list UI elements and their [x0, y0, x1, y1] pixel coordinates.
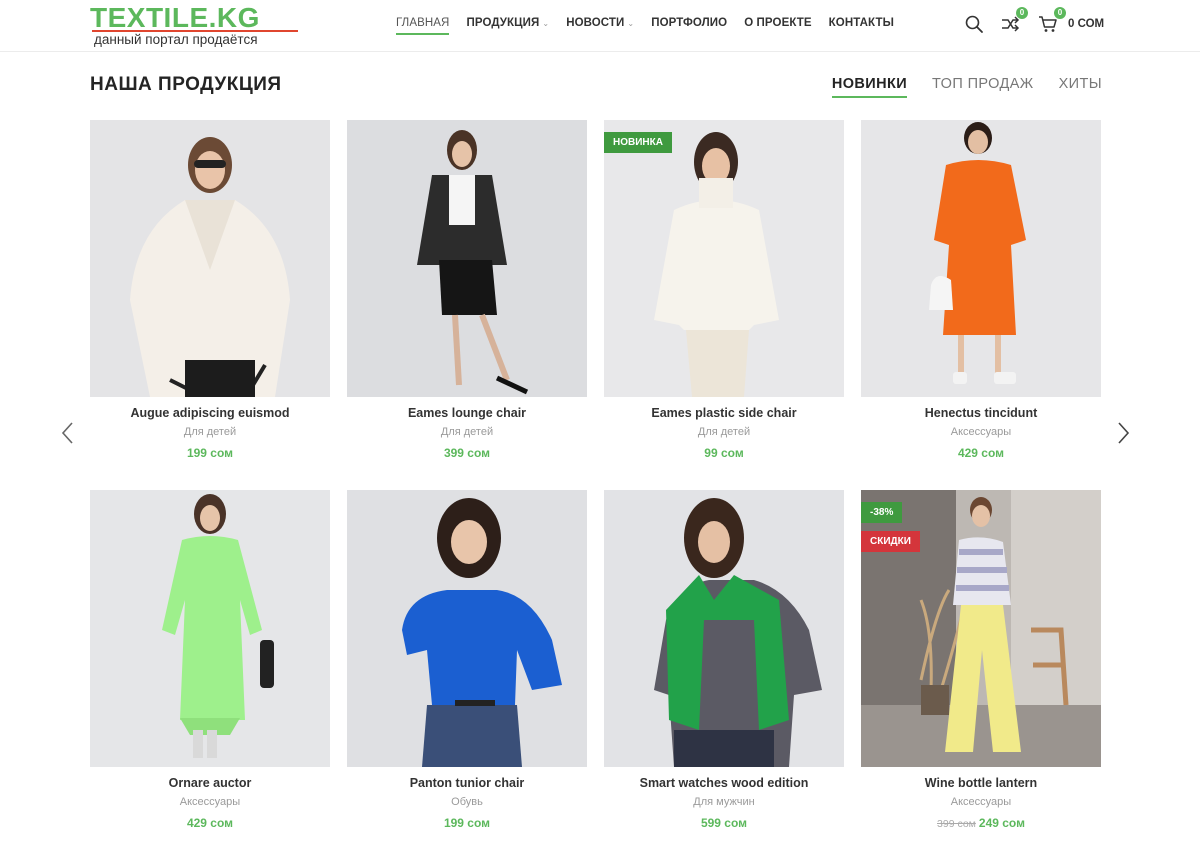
product-price: 99 сом: [604, 446, 844, 460]
chevron-down-icon: ⌄: [542, 19, 550, 28]
product-card: Smart watches wood edition Для мужчин 59…: [604, 490, 844, 850]
price-current: 199 сом: [186, 446, 234, 460]
logo-text: TEXTILE.KG: [90, 2, 260, 33]
tab-top-sales[interactable]: Топ продаж: [932, 76, 1034, 96]
nav-item-news[interactable]: Новости ⌄: [566, 17, 634, 33]
nav-label: Продукция: [466, 17, 540, 29]
product-category[interactable]: Для детей: [347, 426, 587, 438]
product-name[interactable]: Ornare auctor: [90, 776, 330, 790]
price-current: 99 сом: [704, 446, 744, 460]
nav-item-portfolio[interactable]: Портфолио: [651, 17, 727, 33]
nav-label: Контакты: [828, 17, 894, 29]
nav-item-home[interactable]: Главная: [396, 17, 450, 35]
new-badge: НОВИНКА: [604, 132, 672, 153]
product-image[interactable]: [90, 490, 330, 767]
nav-label: О проекте: [744, 17, 812, 29]
price-old: 399 сом: [937, 818, 976, 830]
price-current: 599 сом: [700, 816, 748, 830]
chevron-down-icon: ⌄: [627, 19, 635, 28]
price-current: 429 сом: [957, 446, 1005, 460]
product-card: НОВИНКА Eames plastic side chair Для дет…: [604, 120, 844, 490]
product-name[interactable]: Eames plastic side chair: [604, 406, 844, 420]
product-price: 199 сом: [347, 816, 587, 830]
carousel-next-button[interactable]: [1113, 420, 1133, 446]
product-image[interactable]: [347, 490, 587, 767]
product-card: Henectus tincidunt Аксессуары 429 сом: [861, 120, 1101, 490]
cart-count-badge: 0: [1054, 7, 1066, 19]
product-name[interactable]: Eames lounge chair: [347, 406, 587, 420]
product-price: 429 сом: [90, 816, 330, 830]
nav-item-contacts[interactable]: Контакты: [829, 17, 894, 33]
product-category[interactable]: Аксессуары: [90, 796, 330, 808]
product-price: 199 сом: [90, 446, 330, 460]
product-name[interactable]: Smart watches wood edition: [604, 776, 844, 790]
product-name[interactable]: Panton tunior chair: [347, 776, 587, 790]
product-price: 429 сом: [861, 446, 1101, 460]
product-tabs: Новинки Топ продаж Хиты: [807, 76, 1102, 98]
product-category[interactable]: Для мужчин: [604, 796, 844, 808]
nav-label: Портфолио: [651, 17, 728, 29]
product-name[interactable]: Augue adipiscing euismod: [90, 406, 330, 420]
product-name[interactable]: Henectus tincidunt: [861, 406, 1101, 420]
sale-badge: СКИДКИ: [861, 531, 920, 552]
product-image[interactable]: НОВИНКА: [604, 120, 844, 397]
product-grid: Augue adipiscing euismod Для детей 199 с…: [90, 120, 1102, 850]
product-price: 399 сом: [347, 446, 587, 460]
site-logo[interactable]: TEXTILE.KG данный портал продаётся: [90, 3, 304, 47]
logo-tagline: данный портал продаётся: [94, 32, 258, 47]
cart-icon[interactable]: 0: [1038, 7, 1066, 39]
product-category[interactable]: Аксессуары: [861, 426, 1101, 438]
product-category[interactable]: Аксессуары: [861, 796, 1101, 808]
main-nav: Главная Продукция ⌄ Новости ⌄ Портфолио О …: [396, 17, 911, 35]
price-current: 199 сом: [443, 816, 491, 830]
price-current: 249 сом: [978, 816, 1025, 830]
product-card: -38% СКИДКИ Wine bottle lantern Аксессуа…: [861, 490, 1101, 850]
search-icon[interactable]: [964, 14, 984, 39]
compare-count-badge: 0: [1016, 7, 1028, 19]
tab-new[interactable]: Новинки: [831, 76, 908, 98]
discount-badge: -38%: [861, 502, 903, 523]
header-actions: 0 0 0 СОМ: [964, 7, 1104, 39]
product-category[interactable]: Обувь: [347, 796, 587, 808]
product-image[interactable]: -38% СКИДКИ: [861, 490, 1101, 767]
nav-label: Главная: [396, 17, 450, 29]
tab-hits[interactable]: Хиты: [1059, 76, 1102, 96]
product-image[interactable]: [604, 490, 844, 767]
chevron-right-icon: [1118, 422, 1130, 444]
nav-label: Новости: [566, 17, 625, 29]
price-current: 399 сом: [443, 446, 491, 460]
price-current: 429 сом: [186, 816, 234, 830]
product-name[interactable]: Wine bottle lantern: [861, 776, 1101, 790]
section-title: Наша продукция: [90, 74, 282, 95]
product-image[interactable]: [861, 120, 1101, 397]
product-image[interactable]: [347, 120, 587, 397]
product-card: Augue adipiscing euismod Для детей 199 с…: [90, 120, 330, 490]
product-category[interactable]: Для детей: [604, 426, 844, 438]
nav-item-products[interactable]: Продукция ⌄: [466, 17, 549, 33]
product-image[interactable]: [90, 120, 330, 397]
carousel-prev-button[interactable]: [58, 420, 78, 446]
compare-icon[interactable]: 0: [1000, 7, 1028, 39]
site-header: TEXTILE.KG данный портал продаётся Главн…: [0, 0, 1200, 52]
product-card: Ornare auctor Аксессуары 429 сом: [90, 490, 330, 850]
nav-item-about[interactable]: О проекте: [744, 17, 811, 33]
product-category[interactable]: Для детей: [90, 426, 330, 438]
product-card: Eames lounge chair Для детей 399 сом: [347, 120, 587, 490]
product-card: Panton tunior chair Обувь 199 сом: [347, 490, 587, 850]
product-price: 599 сом: [604, 816, 844, 830]
cart-total[interactable]: 0 СОМ: [1068, 18, 1104, 30]
product-price: 399 сом 249 сом: [861, 816, 1101, 830]
chevron-left-icon: [61, 422, 73, 444]
